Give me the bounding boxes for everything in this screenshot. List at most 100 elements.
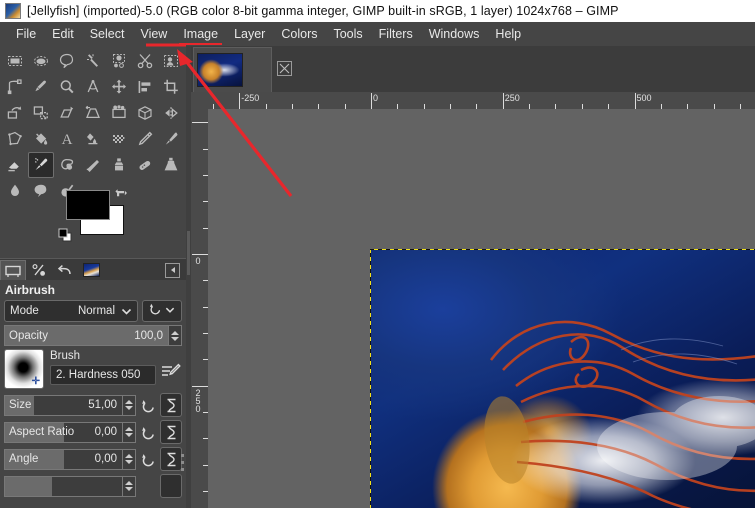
- move-icon[interactable]: [106, 74, 132, 100]
- jellyfish-thumbnail: [197, 53, 243, 87]
- next-option-pin-icon[interactable]: [160, 474, 182, 498]
- device-status-tab[interactable]: [26, 260, 52, 281]
- align-icon[interactable]: [132, 74, 158, 100]
- eraser-icon[interactable]: [2, 152, 28, 178]
- next-option-stepper[interactable]: [123, 475, 136, 497]
- horizontal-ruler[interactable]: -250 0 250 500: [191, 92, 755, 110]
- gradient-icon[interactable]: [80, 126, 106, 152]
- zoom-icon[interactable]: [54, 74, 80, 100]
- cage-transform-icon[interactable]: [2, 126, 28, 152]
- menu-colors[interactable]: Colors: [273, 25, 325, 43]
- dock-menu-icon[interactable]: [165, 262, 180, 278]
- mode-reset-button[interactable]: [142, 300, 182, 322]
- tool-options-title: Airbrush: [5, 283, 56, 297]
- free-select-icon[interactable]: [54, 48, 80, 74]
- airbrush-icon[interactable]: [28, 152, 54, 178]
- handle-transform-icon[interactable]: [132, 100, 158, 126]
- foreground-select-icon[interactable]: [158, 48, 184, 74]
- bucket-fill-icon[interactable]: [28, 126, 54, 152]
- foreground-color-swatch[interactable]: [66, 190, 110, 220]
- ellipse-select-icon[interactable]: [28, 48, 54, 74]
- ruler-label: 500: [636, 93, 652, 103]
- next-option-reset-icon[interactable]: [140, 476, 157, 497]
- angle-label: Angle: [9, 453, 39, 465]
- menu-select[interactable]: Select: [82, 25, 133, 43]
- size-dynamics-pin-icon[interactable]: [160, 393, 182, 417]
- rotate-icon[interactable]: [2, 100, 28, 126]
- aspect-ratio-stepper[interactable]: [123, 421, 136, 443]
- size-stepper[interactable]: [123, 394, 136, 416]
- unified-transform-icon[interactable]: [106, 100, 132, 126]
- shear-icon[interactable]: [54, 100, 80, 126]
- next-option-slider[interactable]: [4, 475, 123, 497]
- menu-help[interactable]: Help: [487, 25, 529, 43]
- brush-preview-icon[interactable]: ✛: [4, 349, 44, 389]
- menu-image[interactable]: Image: [175, 25, 226, 45]
- menu-view[interactable]: View: [132, 25, 175, 43]
- close-icon[interactable]: [277, 61, 292, 76]
- menu-tools[interactable]: Tools: [325, 25, 370, 43]
- image-tab-jellyfish[interactable]: [193, 47, 272, 92]
- clone-icon[interactable]: [106, 152, 132, 178]
- angle-stepper[interactable]: [123, 448, 136, 470]
- vertical-ruler[interactable]: 0 250: [191, 109, 209, 508]
- paintbrush-icon[interactable]: [158, 126, 184, 152]
- default-colors-icon[interactable]: [58, 228, 72, 242]
- angle-slider[interactable]: Angle 0,00: [4, 448, 123, 470]
- canvas-area[interactable]: [208, 109, 755, 508]
- ruler-label: 0: [373, 93, 379, 103]
- rectangle-select-icon[interactable]: [2, 48, 28, 74]
- perspective-icon[interactable]: [80, 100, 106, 126]
- ruler-tick: [371, 93, 372, 109]
- tool-options-scroll-grip[interactable]: [180, 280, 184, 508]
- fuzzy-select-icon[interactable]: [80, 48, 106, 74]
- ruler-label: -250: [241, 93, 260, 103]
- blur-sharpen-icon[interactable]: [2, 178, 28, 204]
- aspect-ratio-slider[interactable]: Aspect Ratio 0,00: [4, 421, 123, 443]
- image-canvas-jellyfish[interactable]: [370, 249, 755, 508]
- menu-windows[interactable]: Windows: [421, 25, 488, 43]
- flip-icon[interactable]: [158, 100, 184, 126]
- swap-colors-icon[interactable]: [114, 188, 128, 202]
- pencil-icon[interactable]: [132, 126, 158, 152]
- smudge-icon[interactable]: [28, 178, 54, 204]
- pattern-icon[interactable]: [106, 126, 132, 152]
- select-by-color-icon[interactable]: [106, 48, 132, 74]
- size-reset-icon[interactable]: [140, 395, 157, 416]
- image-tab-strip: [191, 46, 755, 93]
- aspect-ratio-reset-icon[interactable]: [140, 422, 157, 443]
- ruler-tick: [634, 93, 636, 109]
- toolbox-tab[interactable]: [0, 259, 26, 281]
- brush-name-field[interactable]: 2. Hardness 050: [50, 365, 156, 385]
- brush-label: Brush: [50, 350, 81, 362]
- crop-icon[interactable]: [158, 74, 184, 100]
- scale-icon[interactable]: [28, 100, 54, 126]
- color-picker-icon[interactable]: [28, 74, 54, 100]
- menu-file[interactable]: File: [8, 25, 44, 43]
- edit-brush-icon[interactable]: [160, 363, 182, 381]
- undo-history-tab[interactable]: [52, 260, 78, 281]
- mypaint-brush-icon[interactable]: [80, 152, 106, 178]
- angle-reset-icon[interactable]: [140, 449, 157, 470]
- size-slider[interactable]: Size 51,00: [4, 394, 123, 416]
- dock-tab-strip: [0, 258, 186, 281]
- text-icon[interactable]: A: [54, 126, 80, 152]
- ruler-tick: [192, 122, 208, 124]
- menu-layer[interactable]: Layer: [226, 25, 273, 43]
- perspective-clone-icon[interactable]: [158, 152, 184, 178]
- angle-value: 0,00: [94, 453, 117, 465]
- scissors-select-icon[interactable]: [132, 48, 158, 74]
- opacity-slider[interactable]: Opacity 100,0: [4, 325, 169, 346]
- menu-filters[interactable]: Filters: [371, 25, 421, 43]
- images-tab[interactable]: [78, 260, 104, 281]
- menu-edit[interactable]: Edit: [44, 25, 82, 43]
- chevron-down-icon: [121, 306, 132, 317]
- reset-icon: [149, 302, 162, 320]
- measure-icon[interactable]: [80, 74, 106, 100]
- ink-icon[interactable]: [54, 152, 80, 178]
- paths-icon[interactable]: [2, 74, 28, 100]
- angle-dynamics-pin-icon[interactable]: [160, 447, 182, 471]
- aspect-ratio-dynamics-pin-icon[interactable]: [160, 420, 182, 444]
- mode-dropdown[interactable]: Mode Normal: [4, 300, 138, 322]
- heal-icon[interactable]: [132, 152, 158, 178]
